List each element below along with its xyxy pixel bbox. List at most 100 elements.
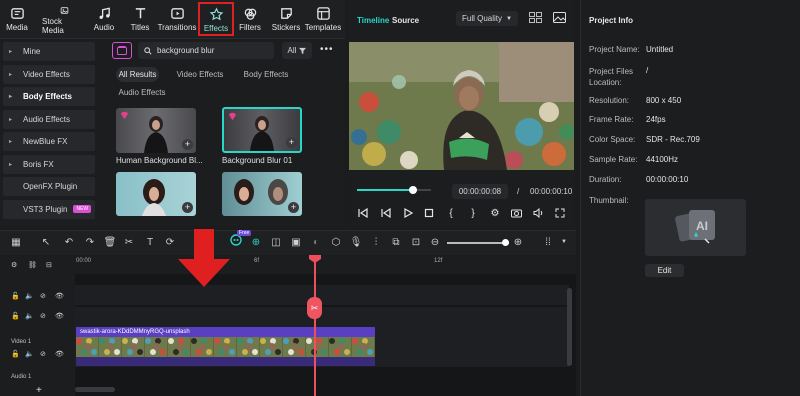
tab-video-effects[interactable]: Video Effects xyxy=(174,67,226,82)
fullscreen-icon[interactable] xyxy=(554,207,566,219)
zoom-in-icon[interactable]: ⊕ xyxy=(512,236,524,248)
playhead[interactable] xyxy=(314,258,316,396)
speaker-icon[interactable]: 🔈 xyxy=(25,292,34,300)
category-video-effects[interactable]: ▸ Video Effects xyxy=(3,64,95,84)
category-vst3-plugin[interactable]: VST3 Plugin NEW xyxy=(3,199,95,219)
eye-icon[interactable]: 👁 xyxy=(55,312,64,320)
toolbar-transitions[interactable]: Transitions xyxy=(158,3,196,35)
snap-icon[interactable]: ⊟ xyxy=(46,261,52,269)
project-thumbnail[interactable]: AI xyxy=(645,199,746,256)
keyframe-icon[interactable]: ◫ xyxy=(270,236,282,248)
volume-icon[interactable] xyxy=(532,207,544,219)
add-icon[interactable]: + xyxy=(288,202,299,213)
microphone-icon[interactable]: 🎙 xyxy=(350,236,363,248)
play-reverse-icon[interactable] xyxy=(380,207,392,219)
replace-icon[interactable]: ⊡ xyxy=(410,236,422,248)
toolbar-stock-media[interactable]: Stock Media xyxy=(42,3,86,35)
prev-frame-icon[interactable] xyxy=(357,207,369,219)
split-icon[interactable]: ✂ xyxy=(123,236,135,248)
playback-handle[interactable] xyxy=(409,186,417,194)
eye-icon[interactable]: 👁 xyxy=(55,350,64,358)
redo-icon[interactable]: ↷ xyxy=(84,236,96,248)
image-add-icon[interactable]: ▣ xyxy=(290,236,302,248)
category-body-effects[interactable]: ▸ Body Effects xyxy=(3,87,95,106)
toolbar-titles[interactable]: Titles xyxy=(127,3,153,35)
camera-icon[interactable] xyxy=(510,207,522,219)
hide-icon[interactable]: ⊘ xyxy=(40,350,46,358)
grid-view-icon[interactable]: ⁞⁞ xyxy=(542,236,554,248)
snapshot-grid-icon[interactable] xyxy=(529,12,542,23)
toolbar-filters[interactable]: Filters xyxy=(237,3,263,35)
track-settings-icon[interactable]: ⚙ xyxy=(11,261,17,269)
video-preview[interactable] xyxy=(349,42,574,170)
chevron-down-icon[interactable]: ▼ xyxy=(558,236,570,248)
stop-icon[interactable] xyxy=(423,207,435,219)
category-openfx-plugin[interactable]: OpenFX Plugin xyxy=(3,177,95,196)
mixer-icon[interactable]: ⫶ xyxy=(370,236,382,248)
hide-icon[interactable]: ⊘ xyxy=(40,292,46,300)
mask-icon[interactable]: ⬡ xyxy=(330,236,342,248)
add-icon[interactable]: + xyxy=(182,139,193,150)
pip-icon[interactable]: ⧉ xyxy=(390,236,402,248)
info-key: Frame Rate: xyxy=(589,115,634,124)
toolbar-media[interactable]: Media xyxy=(4,3,30,35)
toolbar-templates[interactable]: Templates xyxy=(303,3,343,35)
category-newblue-fx[interactable]: ▸ NewBlue FX xyxy=(3,132,95,151)
toolbar-audio[interactable]: Audio xyxy=(91,3,117,35)
effects-search-input[interactable]: background blur xyxy=(138,42,274,59)
tab-all-results[interactable]: All Results xyxy=(116,67,159,82)
speaker-icon[interactable]: 🔈 xyxy=(25,312,34,320)
lock-icon[interactable]: 🔓 xyxy=(11,312,20,320)
clip-filmstrip[interactable] xyxy=(76,337,375,357)
add-track-icon[interactable]: + xyxy=(36,385,42,396)
library-icon[interactable] xyxy=(112,42,132,59)
crop-icon[interactable]: ⟳ xyxy=(164,236,176,248)
vertical-scrollbar[interactable] xyxy=(567,288,572,366)
mark-out-icon[interactable]: } xyxy=(467,207,479,219)
zoom-out-icon[interactable]: ⊖ xyxy=(429,236,441,248)
select-tool-icon[interactable]: ↖ xyxy=(40,236,52,248)
edit-thumbnail-button[interactable]: Edit xyxy=(645,264,684,277)
zoom-handle[interactable] xyxy=(502,239,509,246)
split-scissors-icon[interactable]: ✂ xyxy=(307,297,322,319)
mark-in-icon[interactable]: { xyxy=(445,207,457,219)
magnet-icon[interactable]: ⊕ xyxy=(250,236,262,248)
lock-icon[interactable]: 🔓 xyxy=(11,350,20,358)
layout-grid-icon[interactable]: ▦ xyxy=(10,236,22,248)
add-icon[interactable]: + xyxy=(286,137,297,148)
horizontal-scrollbar[interactable] xyxy=(75,387,115,392)
effect-thumbnail[interactable]: + xyxy=(222,172,302,216)
eye-icon[interactable]: 👁 xyxy=(55,292,64,300)
add-icon[interactable]: + xyxy=(182,202,193,213)
clip-name[interactable]: swastik-arora-KDdDMMnyRGQ-unsplash xyxy=(76,327,375,337)
play-icon[interactable] xyxy=(402,207,414,219)
tab-body-effects[interactable]: Body Effects xyxy=(242,67,290,82)
settings-icon[interactable]: ⚙ xyxy=(489,207,501,219)
image-icon[interactable] xyxy=(553,12,566,23)
filter-dropdown[interactable]: All xyxy=(282,42,312,59)
tab-source[interactable]: Source xyxy=(392,16,419,25)
playhead-handle[interactable] xyxy=(309,255,321,263)
text-icon[interactable]: T xyxy=(144,236,156,248)
hide-icon[interactable]: ⊘ xyxy=(40,312,46,320)
zoom-slider[interactable] xyxy=(447,242,509,244)
quality-dropdown[interactable]: Full Quality ▼ xyxy=(456,11,518,26)
toolbar-stickers[interactable]: Stickers xyxy=(270,3,302,35)
lock-icon[interactable]: 🔓 xyxy=(11,292,20,300)
effect-thumbnail-selected[interactable]: + xyxy=(222,107,302,153)
undo-icon[interactable]: ↶ xyxy=(63,236,75,248)
delete-icon[interactable]: 🗑 xyxy=(104,236,117,248)
effect-thumbnail[interactable]: + xyxy=(116,172,196,216)
category-audio-effects[interactable]: ▸ Audio Effects xyxy=(3,109,95,129)
speaker-icon[interactable]: 🔈 xyxy=(25,350,34,358)
more-options-icon[interactable]: ••• xyxy=(320,44,334,55)
category-boris-fx[interactable]: ▸ Boris FX xyxy=(3,154,95,174)
toolbar-effects[interactable]: Effects xyxy=(198,2,234,36)
category-mine[interactable]: ▸ Mine xyxy=(3,42,95,61)
tab-audio-effects[interactable]: Audio Effects xyxy=(116,85,168,100)
timeline-ruler[interactable] xyxy=(75,256,576,274)
effect-thumbnail[interactable]: + xyxy=(116,108,196,153)
link-icon[interactable]: ⛓ xyxy=(28,261,37,269)
speed-icon[interactable]: ◐ xyxy=(310,236,322,248)
tab-timeline[interactable]: Timeline xyxy=(357,16,389,25)
